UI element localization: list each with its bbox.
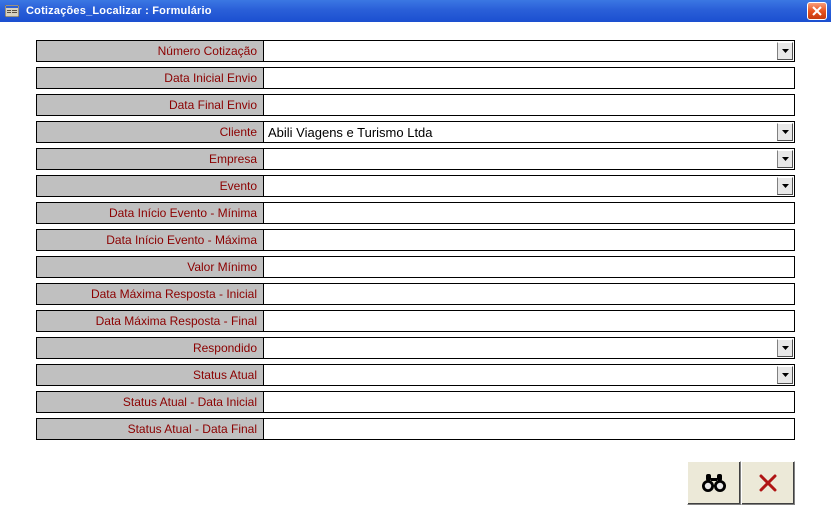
- dropdown-status-atual[interactable]: [777, 366, 793, 384]
- chevron-down-icon: [782, 157, 789, 161]
- input-status-atual[interactable]: [264, 365, 776, 385]
- dropdown-cliente[interactable]: [777, 123, 793, 141]
- input-data-final-envio[interactable]: [264, 95, 794, 115]
- label-status-atual: Status Atual: [36, 364, 264, 386]
- row-data-inicio-max: Data Início Evento - Máxima: [36, 229, 795, 251]
- dropdown-respondido[interactable]: [777, 339, 793, 357]
- close-button[interactable]: [807, 2, 827, 20]
- title-bar: Cotizações_Localizar : Formulário: [0, 0, 831, 22]
- input-data-inicial-envio[interactable]: [264, 68, 794, 88]
- label-valor-minimo: Valor Mínimo: [36, 256, 264, 278]
- chevron-down-icon: [782, 130, 789, 134]
- input-respondido[interactable]: [264, 338, 776, 358]
- input-data-max-resp-inicial[interactable]: [264, 284, 794, 304]
- row-status-data-inicial: Status Atual - Data Inicial: [36, 391, 795, 413]
- row-evento: Evento: [36, 175, 795, 197]
- row-status-atual: Status Atual: [36, 364, 795, 386]
- row-data-max-resp-inicial: Data Máxima Resposta - Inicial: [36, 283, 795, 305]
- input-status-data-inicial[interactable]: [264, 392, 794, 412]
- chevron-down-icon: [782, 184, 789, 188]
- row-data-inicio-min: Data Início Evento - Mínima: [36, 202, 795, 224]
- chevron-down-icon: [782, 49, 789, 53]
- input-cliente[interactable]: [264, 122, 776, 142]
- row-empresa: Empresa: [36, 148, 795, 170]
- label-data-inicio-max: Data Início Evento - Máxima: [36, 229, 264, 251]
- dropdown-empresa[interactable]: [777, 150, 793, 168]
- label-numero-cotacao: Número Cotização: [36, 40, 264, 62]
- form-area: Número Cotização Data Inicial Envio Data…: [0, 22, 831, 455]
- cancel-button[interactable]: [741, 461, 795, 505]
- window-title: Cotizações_Localizar : Formulário: [26, 5, 807, 17]
- input-empresa[interactable]: [264, 149, 776, 169]
- label-data-inicio-min: Data Início Evento - Mínima: [36, 202, 264, 224]
- close-icon: [812, 6, 822, 16]
- row-respondido: Respondido: [36, 337, 795, 359]
- search-button[interactable]: [687, 461, 741, 505]
- input-data-inicio-min[interactable]: [264, 203, 794, 223]
- row-numero-cotacao: Número Cotização: [36, 40, 795, 62]
- chevron-down-icon: [782, 346, 789, 350]
- label-data-final-envio: Data Final Envio: [36, 94, 264, 116]
- form-icon: [4, 4, 20, 18]
- input-evento[interactable]: [264, 176, 776, 196]
- row-data-final-envio: Data Final Envio: [36, 94, 795, 116]
- label-data-inicial-envio: Data Inicial Envio: [36, 67, 264, 89]
- row-valor-minimo: Valor Mínimo: [36, 256, 795, 278]
- row-cliente: Cliente: [36, 121, 795, 143]
- label-status-data-inicial: Status Atual - Data Inicial: [36, 391, 264, 413]
- label-empresa: Empresa: [36, 148, 264, 170]
- input-data-inicio-max[interactable]: [264, 230, 794, 250]
- row-data-inicial-envio: Data Inicial Envio: [36, 67, 795, 89]
- dropdown-numero-cotacao[interactable]: [777, 42, 793, 60]
- label-evento: Evento: [36, 175, 264, 197]
- input-valor-minimo[interactable]: [264, 257, 794, 277]
- binoculars-icon: [700, 472, 728, 494]
- row-data-max-resp-final: Data Máxima Resposta - Final: [36, 310, 795, 332]
- label-respondido: Respondido: [36, 337, 264, 359]
- row-status-data-final: Status Atual - Data Final: [36, 418, 795, 440]
- input-status-data-final[interactable]: [264, 419, 794, 439]
- chevron-down-icon: [782, 373, 789, 377]
- input-data-max-resp-final[interactable]: [264, 311, 794, 331]
- label-cliente: Cliente: [36, 121, 264, 143]
- label-status-data-final: Status Atual - Data Final: [36, 418, 264, 440]
- dropdown-evento[interactable]: [777, 177, 793, 195]
- input-numero-cotacao[interactable]: [264, 41, 776, 61]
- label-data-max-resp-inicial: Data Máxima Resposta - Inicial: [36, 283, 264, 305]
- button-bar: [0, 455, 831, 505]
- label-data-max-resp-final: Data Máxima Resposta - Final: [36, 310, 264, 332]
- cancel-x-icon: [758, 473, 778, 493]
